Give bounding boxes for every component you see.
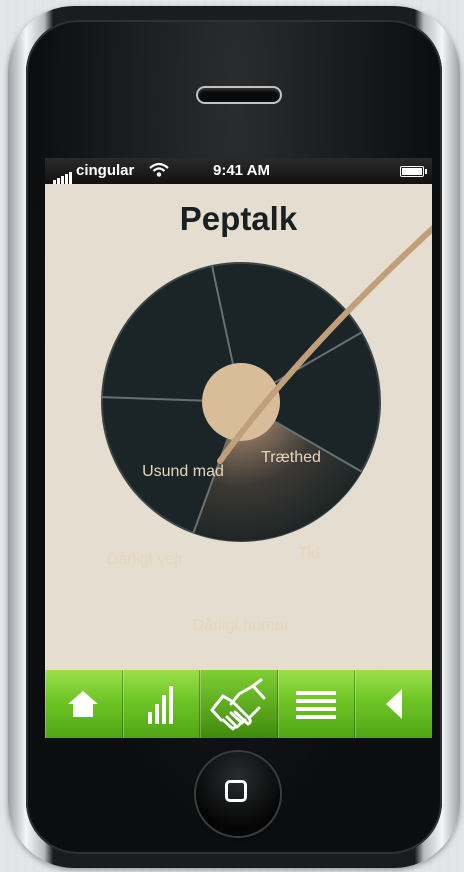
main-content: Peptalk Usund mad Træthed Tid Dårligt humør…	[45, 184, 432, 670]
toolbar-home-button[interactable]	[45, 670, 123, 738]
battery-icon	[400, 166, 427, 177]
toolbar-list-button[interactable]	[278, 670, 356, 738]
bar-chart-icon	[147, 686, 173, 724]
bottom-toolbar	[45, 670, 432, 738]
handshake-icon	[210, 678, 266, 731]
toolbar-back-button[interactable]	[355, 670, 432, 738]
home-icon	[68, 691, 99, 717]
toolbar-stats-button[interactable]	[123, 670, 201, 738]
wheel-segment-label[interactable]: Dårligt vejr	[107, 550, 184, 568]
wheel-segment-label[interactable]: Dårligt humør	[193, 616, 291, 634]
wifi-icon	[149, 162, 169, 177]
earpiece-speaker	[198, 88, 280, 102]
toolbar-peptalk-button[interactable]	[200, 670, 278, 738]
status-bar: cingular 9:41 AM	[45, 158, 432, 184]
home-square-icon	[225, 780, 247, 802]
signal-icon	[53, 167, 73, 184]
wheel-segment-label[interactable]: Træthed	[261, 449, 321, 466]
wheel-segment-label[interactable]: Tid	[298, 545, 320, 562]
wheel-segment-label[interactable]: Usund mad	[142, 463, 224, 480]
mood-wheel: Usund mad Træthed Tid Dårligt humør Dårligt …	[101, 225, 432, 634]
carrier-label: cingular	[76, 162, 135, 179]
back-arrow-icon	[385, 689, 402, 719]
status-time: 9:41 AM	[213, 162, 270, 179]
hardware-home-button[interactable]	[196, 752, 280, 836]
screen: cingular 9:41 AM Peptalk Usund mad Træth…	[45, 158, 432, 738]
list-icon	[296, 691, 337, 719]
